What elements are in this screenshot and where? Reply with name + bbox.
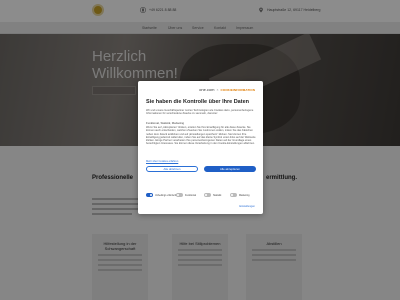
toggle-label: Unbedingt erforderlich [155, 193, 179, 197]
consent-toggles: Unbedingt erforderlich Funktional Statis… [146, 192, 256, 200]
toggle-marketing[interactable]: Marketing [230, 193, 250, 197]
toggle-statistics[interactable]: Statistik [204, 193, 221, 197]
brand-onecom: one.com [199, 87, 215, 92]
toggle-switch[interactable] [176, 193, 183, 197]
consent-brand: one.com × COOKIEINFORMATION [199, 87, 255, 92]
consent-title: Sie haben die Kontrolle über Ihre Daten [146, 99, 249, 105]
accept-all-button[interactable]: Alle akzeptieren [204, 166, 256, 172]
brand-cookieinformation: COOKIEINFORMATION [220, 87, 255, 92]
toggle-label: Statistik [213, 193, 222, 197]
consent-purposes: Funktional, Statistik, Marketing [146, 121, 185, 125]
cookie-consent-dialog: one.com × COOKIEINFORMATION Sie haben di… [138, 81, 263, 214]
toggle-functional[interactable]: Funktional [176, 193, 196, 197]
consent-intro-text: Wir und unsere Geschäftspartner nutzen T… [146, 109, 254, 116]
toggle-switch[interactable] [146, 193, 153, 197]
cookie-info-link[interactable]: Mehr über Cookies erfahren [146, 160, 178, 163]
toggle-switch[interactable] [204, 193, 211, 197]
reject-all-button[interactable]: Alle ablehnen [146, 166, 198, 172]
brand-separator: × [216, 87, 219, 92]
toggle-label: Funktional [185, 193, 197, 197]
toggle-label: Marketing [239, 193, 250, 197]
toggle-switch[interactable] [230, 193, 237, 197]
settings-link[interactable]: Einstellungen [239, 205, 255, 208]
toggle-necessary[interactable]: Unbedingt erforderlich [146, 193, 179, 197]
consent-details-text: Wenn Sie auf „Akzeptieren“ klicken, erte… [146, 126, 256, 146]
